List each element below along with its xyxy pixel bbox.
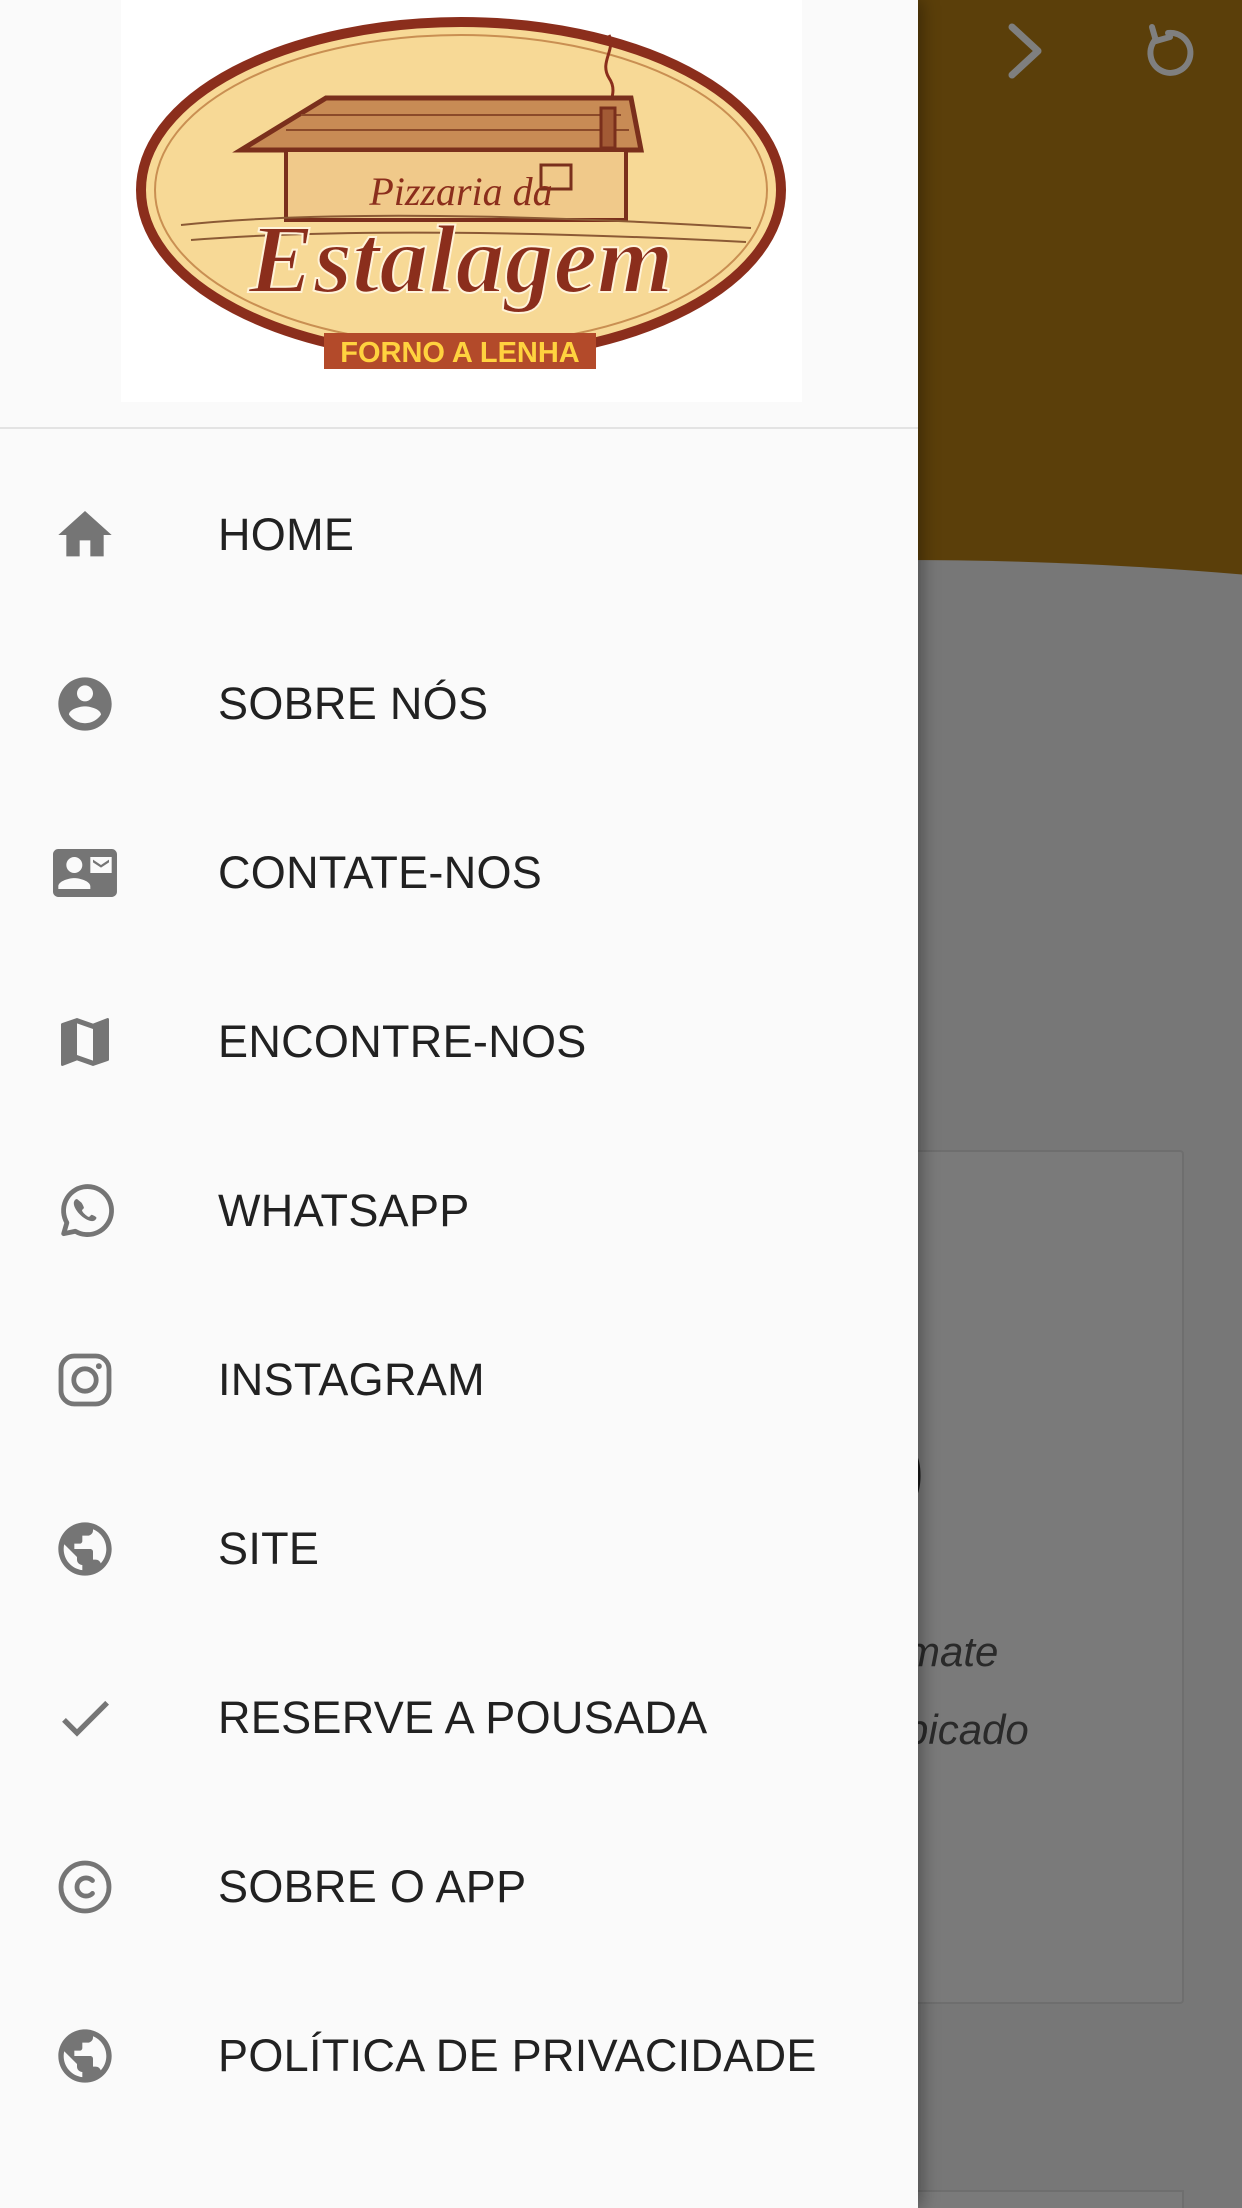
menu-label: SOBRE O APP — [218, 1860, 527, 1912]
menu-label: ENCONTRE-NOS — [218, 1015, 587, 1067]
menu-label: POLÍTICA DE PRIVACIDADE — [218, 2029, 817, 2081]
logo-line2: Estalagem — [248, 206, 674, 314]
menu-label: SITE — [218, 1522, 320, 1574]
menu-item-site[interactable]: SITE — [0, 1464, 918, 1633]
menu-label: WHATSAPP — [218, 1184, 470, 1236]
logo-tagline: FORNO A LENHA — [340, 337, 580, 369]
menu-item-privacy-policy[interactable]: POLÍTICA DE PRIVACIDADE — [0, 1971, 918, 2140]
check-icon — [50, 1683, 120, 1753]
menu-label: INSTAGRAM — [218, 1353, 485, 1405]
navigation-drawer: Pizzaria da Estalagem FORNO A LENHA HOME… — [0, 0, 918, 2208]
menu-label: RESERVE A POUSADA — [218, 1691, 708, 1743]
copyright-icon — [50, 1852, 120, 1922]
menu-item-about[interactable]: SOBRE NÓS — [0, 619, 918, 788]
menu-item-contact[interactable]: CONTATE-NOS — [0, 788, 918, 957]
menu-item-whatsapp[interactable]: WHATSAPP — [0, 1126, 918, 1295]
menu-item-instagram[interactable]: INSTAGRAM — [0, 1295, 918, 1464]
home-icon — [50, 500, 120, 570]
menu-label: CONTATE-NOS — [218, 846, 543, 898]
menu-label: SOBRE NÓS — [218, 677, 489, 729]
menu-item-find-us[interactable]: ENCONTRE-NOS — [0, 957, 918, 1126]
whatsapp-icon — [50, 1176, 120, 1246]
public-globe-icon — [50, 2021, 120, 2091]
menu-item-home[interactable]: HOME — [0, 450, 918, 619]
menu-item-about-app[interactable]: SOBRE O APP — [0, 1802, 918, 1971]
contact-mail-icon — [50, 838, 120, 908]
globe-icon — [50, 1514, 120, 1584]
menu-item-reserve[interactable]: RESERVE A POUSADA — [0, 1633, 918, 1802]
restaurant-logo: Pizzaria da Estalagem FORNO A LENHA — [121, 0, 802, 402]
instagram-icon — [50, 1345, 120, 1415]
map-icon — [50, 1007, 120, 1077]
account-circle-icon — [50, 669, 120, 739]
menu-label: HOME — [218, 508, 355, 560]
drawer-header: Pizzaria da Estalagem FORNO A LENHA — [0, 0, 918, 429]
drawer-menu: HOME SOBRE NÓS CONTATE-NOS ENCONTRE-NOS — [0, 450, 918, 2140]
